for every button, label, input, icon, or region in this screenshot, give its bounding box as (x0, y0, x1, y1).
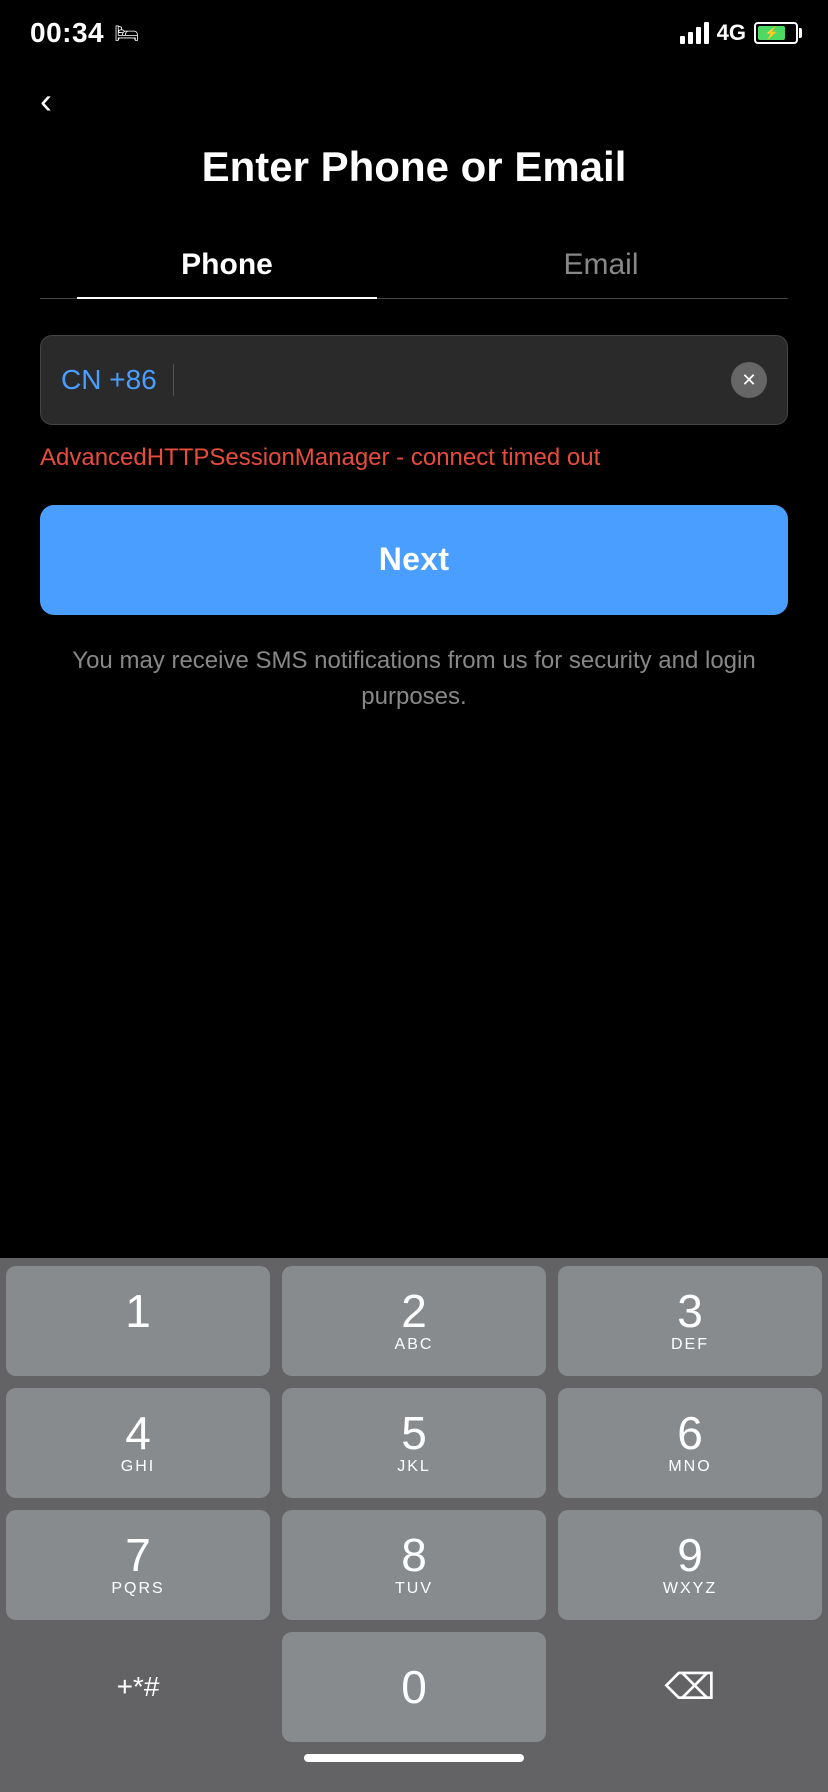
page-title: Enter Phone or Email (40, 142, 788, 192)
key-0[interactable]: 0 (282, 1632, 546, 1742)
signal-bars (680, 22, 709, 44)
sleep-icon: 🛏 (114, 21, 139, 46)
sms-notice: You may receive SMS notifications from u… (40, 643, 788, 715)
network-label: 4G (717, 20, 746, 46)
battery-container: ⚡ (754, 22, 798, 44)
battery-fill: ⚡ (758, 26, 785, 40)
clear-input-button[interactable]: ✕ (731, 362, 767, 398)
key-5[interactable]: 5 JKL (282, 1388, 546, 1498)
signal-bar-3 (696, 27, 701, 44)
tab-phone[interactable]: Phone (40, 232, 414, 298)
signal-bar-4 (704, 22, 709, 44)
keypad-row-2: 4 GHI 5 JKL 6 MNO (6, 1388, 822, 1498)
home-indicator (304, 1754, 524, 1762)
key-9[interactable]: 9 WXYZ (558, 1510, 822, 1620)
battery-icon: ⚡ (754, 22, 798, 44)
tab-email[interactable]: Email (414, 232, 788, 298)
key-2[interactable]: 2 ABC (282, 1266, 546, 1376)
key-6[interactable]: 6 MNO (558, 1388, 822, 1498)
keypad-row-3: 7 PQRS 8 TUV 9 WXYZ (6, 1510, 822, 1620)
numeric-keypad: 1 2 ABC 3 DEF 4 GHI 5 JKL 6 MNO 7 PQRS (0, 1258, 828, 1792)
phone-input-row: CN +86 ✕ (40, 335, 788, 425)
key-3[interactable]: 3 DEF (558, 1266, 822, 1376)
key-special[interactable]: +*# (6, 1632, 270, 1742)
key-delete[interactable]: ⌫ (558, 1632, 822, 1742)
key-4[interactable]: 4 GHI (6, 1388, 270, 1498)
key-1[interactable]: 1 (6, 1266, 270, 1376)
country-code-selector[interactable]: CN +86 (61, 364, 174, 396)
signal-bar-2 (688, 32, 693, 44)
battery-bolt: ⚡ (764, 26, 779, 40)
next-button[interactable]: Next (40, 505, 788, 615)
signal-bar-1 (680, 36, 685, 44)
keypad-row-1: 1 2 ABC 3 DEF (6, 1266, 822, 1376)
status-bar: 00:34 🛏 4G ⚡ (0, 0, 828, 60)
keypad-row-4: +*# 0 ⌫ (6, 1632, 822, 1742)
phone-number-input[interactable] (174, 364, 731, 396)
status-icons: 4G ⚡ (680, 20, 798, 46)
error-message: AdvancedHTTPSessionManager - connect tim… (40, 441, 788, 475)
main-content: ‹ Enter Phone or Email Phone Email CN +8… (0, 60, 828, 715)
back-button[interactable]: ‹ (40, 80, 52, 122)
key-8[interactable]: 8 TUV (282, 1510, 546, 1620)
status-time: 00:34 (30, 17, 104, 49)
key-7[interactable]: 7 PQRS (6, 1510, 270, 1620)
tab-bar: Phone Email (40, 232, 788, 299)
